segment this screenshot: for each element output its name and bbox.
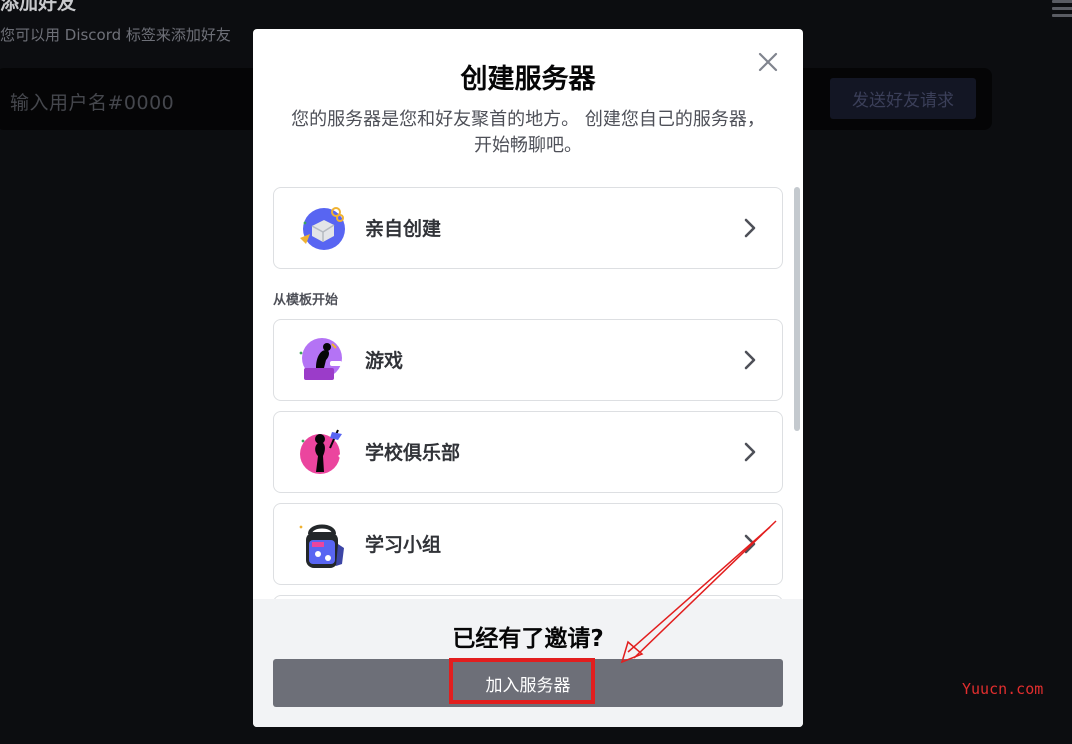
option-template-gaming[interactable]: 游戏 bbox=[273, 319, 783, 401]
create-illustration-icon bbox=[300, 207, 345, 250]
school-club-illustration-icon bbox=[300, 429, 342, 474]
study-group-illustration-icon bbox=[299, 524, 344, 568]
scrollbar-thumb[interactable] bbox=[794, 187, 800, 431]
bg-username-input[interactable]: 输入用户名#0000 bbox=[10, 88, 174, 115]
hamburger-icon[interactable] bbox=[1052, 0, 1072, 20]
option-create-own[interactable]: 亲自创建 bbox=[273, 187, 783, 269]
template-section-label: 从模板开始 bbox=[273, 293, 339, 308]
gaming-illustration-icon bbox=[299, 338, 342, 380]
bg-send-request-button[interactable]: 发送好友请求 bbox=[830, 78, 976, 119]
chevron-right-icon bbox=[744, 350, 756, 370]
chevron-right-icon bbox=[744, 442, 756, 462]
option-template-school-club[interactable]: 学校俱乐部 bbox=[273, 411, 783, 493]
bg-page-title: 添加好友 bbox=[0, 0, 77, 14]
modal-title: 创建服务器 bbox=[460, 64, 596, 95]
modal-subtitle: 您的服务器是您和好友聚首的地方。 创建您自己的服务器，开始畅聊吧。 bbox=[291, 109, 765, 156]
create-server-modal: 创建服务器 您的服务器是您和好友聚首的地方。 创建您自己的服务器，开始畅聊吧。 … bbox=[253, 29, 803, 727]
annotation-highlight-box bbox=[449, 658, 595, 704]
option-label: 学校俱乐部 bbox=[365, 442, 461, 464]
option-label: 亲自创建 bbox=[365, 218, 442, 240]
chevron-right-icon bbox=[744, 534, 756, 554]
option-template-study-group[interactable]: 学习小组 bbox=[273, 503, 783, 585]
chevron-right-icon bbox=[744, 218, 756, 238]
option-label: 学习小组 bbox=[365, 534, 442, 556]
watermark: Yuucn.com bbox=[962, 680, 1044, 698]
option-label: 游戏 bbox=[365, 350, 404, 372]
bg-page-description: 您可以用 Discord 标签来添加好友 bbox=[0, 26, 231, 44]
footer-title: 已经有了邀请? bbox=[452, 626, 604, 652]
server-options-list[interactable]: 亲自创建 从模板开始 游戏 学校俱乐部 学习小组 bbox=[253, 179, 803, 599]
